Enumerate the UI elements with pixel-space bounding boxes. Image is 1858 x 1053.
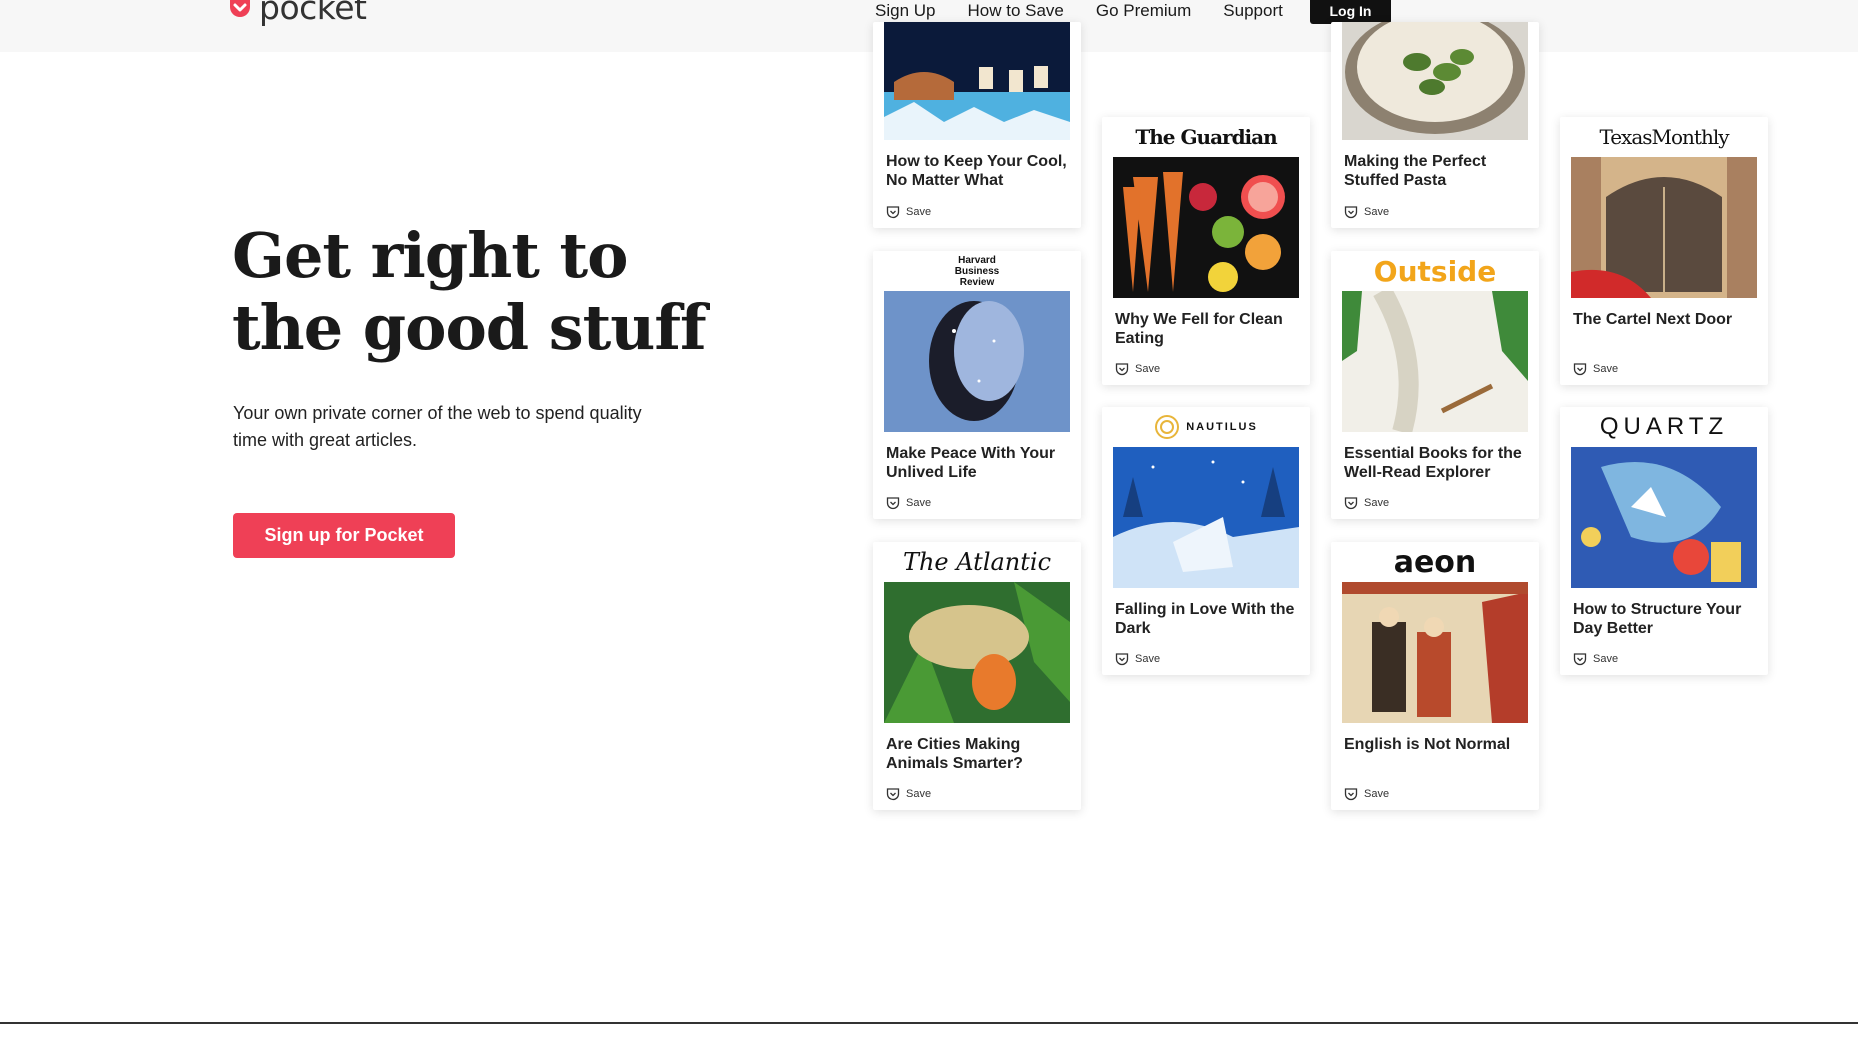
hero-title-line: Get right to: [232, 219, 628, 292]
article-illustration: [884, 582, 1070, 723]
hero-subtitle-line: Your own private corner of the web to sp…: [233, 403, 642, 423]
article-title[interactable]: Falling in Love With the Dark: [1115, 600, 1297, 640]
article-card[interactable]: The Guardian Why We Fell for Clean Eatin…: [1102, 117, 1310, 385]
save-pocket-icon: [1344, 497, 1358, 510]
save-pocket-icon: [1573, 363, 1587, 376]
article-image: [1113, 157, 1299, 298]
nav-how-to-save[interactable]: How to Save: [967, 1, 1063, 21]
sign-up-for-pocket-button[interactable]: Sign up for Pocket: [233, 513, 455, 558]
save-pocket-icon: [1573, 653, 1587, 666]
article-image: [1113, 447, 1299, 588]
article-image: [884, 582, 1070, 723]
publication-logo: The Guardian: [1135, 125, 1277, 149]
publication-logo: TexasMonthly: [1599, 125, 1729, 149]
article-title[interactable]: Making the Perfect Stuffed Pasta: [1344, 152, 1526, 192]
article-illustration: [1113, 157, 1299, 298]
publication-logo: aeon: [1393, 544, 1477, 580]
article-card[interactable]: Harvard Business Review Make Peace With …: [873, 251, 1081, 519]
save-label: Save: [906, 788, 932, 800]
save-button[interactable]: Save: [1344, 496, 1389, 510]
article-image: [1342, 22, 1528, 140]
article-illustration: [1342, 22, 1528, 140]
article-card[interactable]: QUARTZ How to Structure Your Day Better …: [1560, 407, 1768, 675]
save-label: Save: [906, 206, 932, 218]
article-illustration: [884, 22, 1070, 140]
save-label: Save: [1135, 653, 1161, 665]
pocket-logo-icon: [230, 0, 250, 17]
footer-divider: [0, 1022, 1858, 1024]
article-illustration: [1113, 447, 1299, 588]
nav-support[interactable]: Support: [1223, 1, 1283, 21]
hero-title: Get right to the good stuff: [232, 220, 792, 364]
save-button[interactable]: Save: [886, 205, 931, 219]
save-label: Save: [1364, 206, 1390, 218]
hero-title-line: the good stuff: [232, 291, 707, 364]
publication-logo: Harvard Business Review: [954, 254, 1000, 288]
article-card[interactable]: How to Keep Your Cool, No Matter What Sa…: [873, 22, 1081, 228]
nautilus-spiral-icon: [1155, 415, 1180, 439]
article-card[interactable]: Making the Perfect Stuffed Pasta Save: [1331, 22, 1539, 228]
hero-subtitle-line: time with great articles.: [233, 430, 418, 450]
save-button[interactable]: Save: [1115, 362, 1160, 376]
save-button[interactable]: Save: [1115, 652, 1160, 666]
publication-name: NAUTILUS: [1186, 421, 1258, 433]
publication-logo: The Atlantic: [902, 548, 1052, 576]
save-label: Save: [1593, 653, 1619, 665]
save-label: Save: [1135, 363, 1161, 375]
main-nav: Sign Up How to Save Go Premium Support: [875, 0, 1315, 22]
save-label: Save: [1364, 497, 1390, 509]
article-card[interactable]: NAUTILUS Falling in Love With the Dark S…: [1102, 407, 1310, 675]
save-button[interactable]: Save: [886, 496, 931, 510]
save-button[interactable]: Save: [1344, 787, 1389, 801]
save-pocket-icon: [1115, 653, 1129, 666]
save-pocket-icon: [1115, 363, 1129, 376]
save-button[interactable]: Save: [1573, 362, 1618, 376]
save-label: Save: [906, 497, 932, 509]
save-pocket-icon: [1344, 206, 1358, 219]
article-card[interactable]: The Atlantic Are Cities Making Animals S…: [873, 542, 1081, 810]
article-title[interactable]: How to Structure Your Day Better: [1573, 600, 1755, 640]
save-button[interactable]: Save: [1344, 205, 1389, 219]
save-label: Save: [1364, 788, 1390, 800]
article-image: [1571, 447, 1757, 588]
article-illustration: [1571, 447, 1757, 588]
article-title[interactable]: Essential Books for the Well-Read Explor…: [1344, 444, 1526, 484]
publication-logo: Outside: [1373, 254, 1497, 288]
article-illustration: [1571, 157, 1757, 298]
article-image: [884, 22, 1070, 140]
nav-go-premium[interactable]: Go Premium: [1096, 1, 1191, 21]
save-pocket-icon: [886, 497, 900, 510]
article-card[interactable]: aeon English is Not Normal Save: [1331, 542, 1539, 810]
article-card[interactable]: TexasMonthly The Cartel Next Door Save: [1560, 117, 1768, 385]
hero-subtitle: Your own private corner of the web to sp…: [233, 400, 713, 454]
save-pocket-icon: [886, 788, 900, 801]
article-title[interactable]: Make Peace With Your Unlived Life: [886, 444, 1068, 484]
save-label: Save: [1593, 363, 1619, 375]
article-image: [884, 291, 1070, 432]
publication-logo: NAUTILUS: [1102, 407, 1310, 447]
save-button[interactable]: Save: [1573, 652, 1618, 666]
article-image: [1342, 291, 1528, 432]
article-title[interactable]: English is Not Normal: [1344, 735, 1526, 775]
article-image: [1571, 157, 1757, 298]
article-title[interactable]: The Cartel Next Door: [1573, 310, 1755, 350]
save-button[interactable]: Save: [886, 787, 931, 801]
article-card[interactable]: Outside Essential Books for the Well-Rea…: [1331, 251, 1539, 519]
nav-sign-up[interactable]: Sign Up: [875, 1, 935, 21]
pocket-logo[interactable]: pocket: [227, 0, 367, 27]
logo-text: pocket: [259, 0, 367, 27]
article-image: [1342, 582, 1528, 723]
article-title[interactable]: How to Keep Your Cool, No Matter What: [886, 152, 1068, 192]
article-illustration: [1342, 582, 1528, 723]
article-illustration: [1342, 291, 1528, 432]
article-title[interactable]: Why We Fell for Clean Eating: [1115, 310, 1297, 350]
save-pocket-icon: [1344, 788, 1358, 801]
login-button[interactable]: Log In: [1310, 0, 1391, 24]
publication-logo: QUARTZ: [1599, 413, 1729, 440]
save-pocket-icon: [886, 206, 900, 219]
article-title[interactable]: Are Cities Making Animals Smarter?: [886, 735, 1068, 775]
article-illustration: [884, 291, 1070, 432]
